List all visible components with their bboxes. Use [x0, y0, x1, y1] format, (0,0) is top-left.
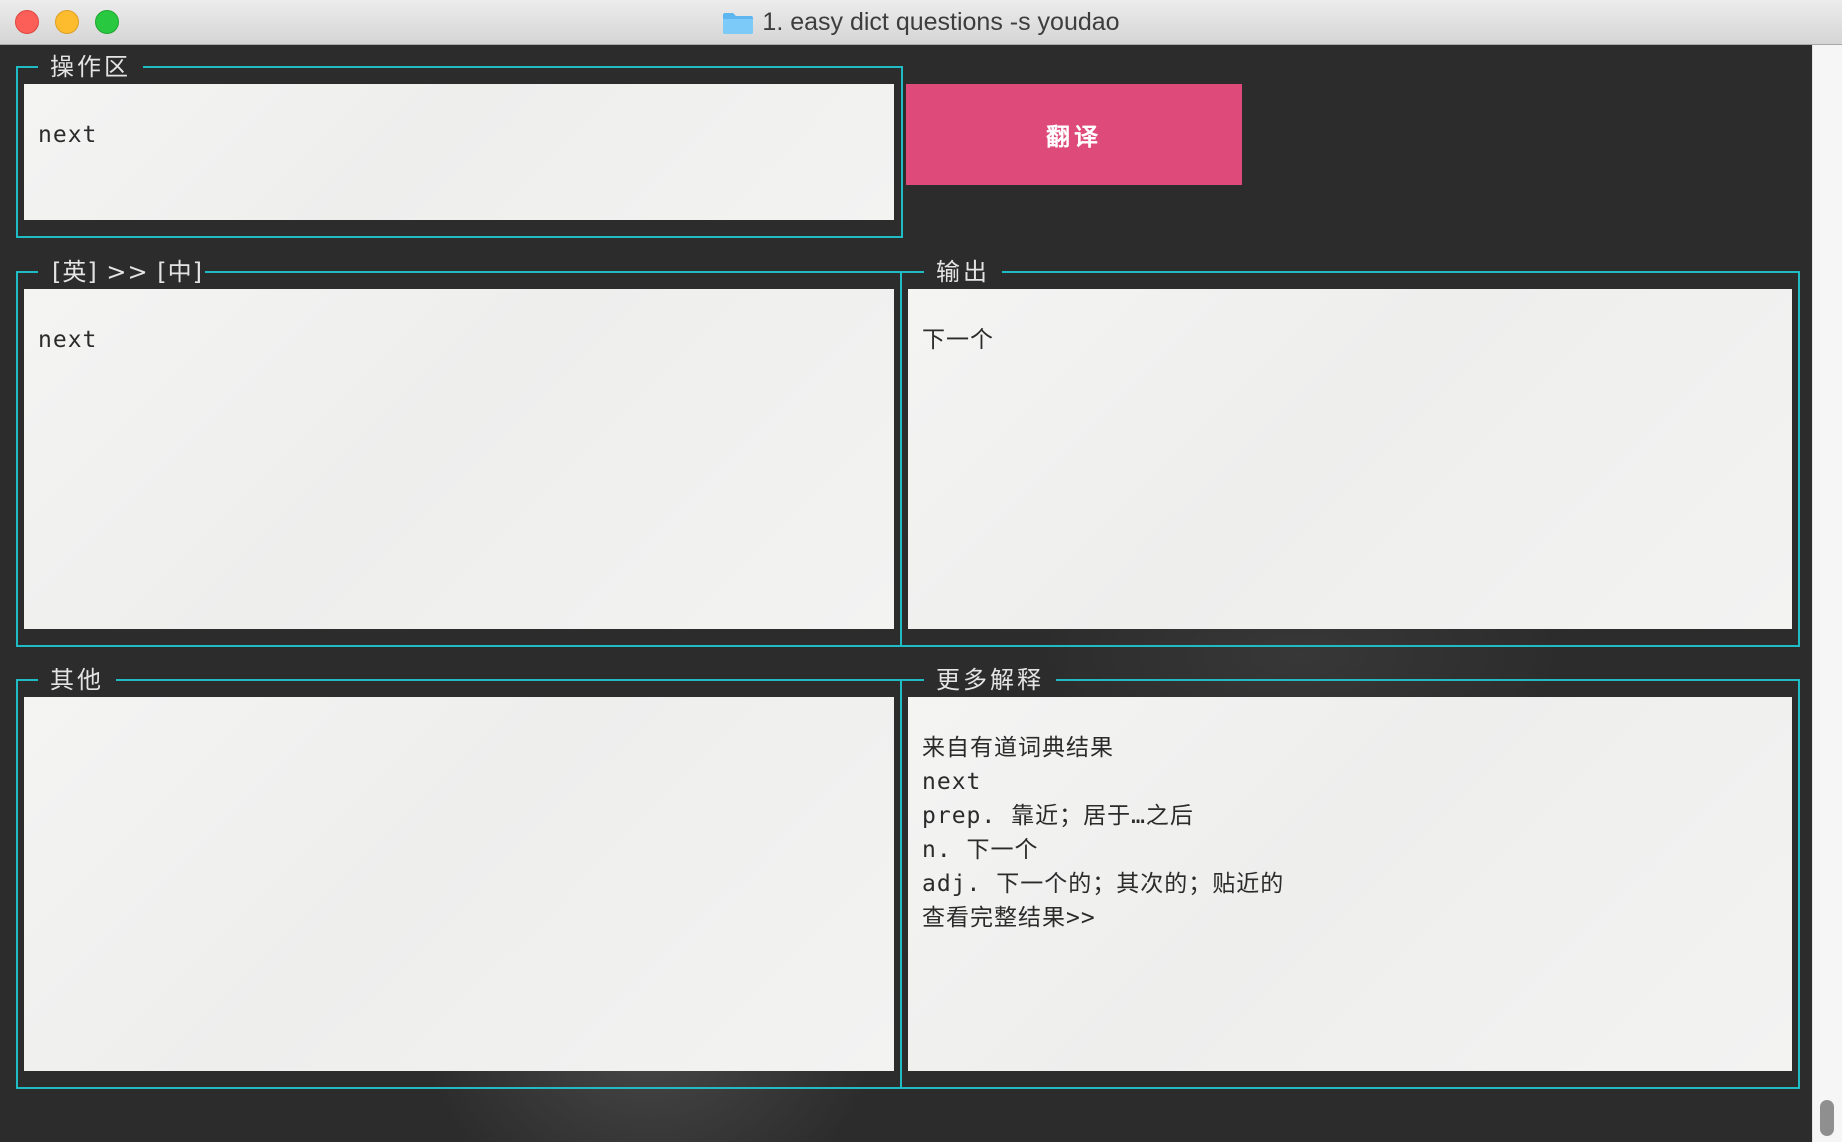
- more-legend: 更多解释: [924, 665, 1056, 695]
- folder-icon: [723, 12, 754, 34]
- source-text-panel: next: [24, 289, 894, 629]
- more-line-adj: adj. 下一个的；其次的；贴近的: [922, 871, 1285, 897]
- title-bar: 1. easy dict questions -s youdao: [0, 0, 1842, 45]
- more-line-noun: n. 下一个: [922, 837, 1039, 863]
- other-text-panel: [24, 697, 894, 1071]
- output-text-panel: 下一个: [908, 289, 1792, 629]
- window-title-group: 1. easy dict questions -s youdao: [0, 0, 1842, 45]
- scrollbar-thumb[interactable]: [1820, 1100, 1834, 1136]
- output-text: 下一个: [922, 327, 994, 353]
- translate-input-value: next: [38, 122, 98, 148]
- translate-input[interactable]: next: [24, 84, 894, 220]
- view-full-result-link[interactable]: 查看完整结果>>: [922, 901, 1778, 935]
- details-divider: [900, 679, 902, 1089]
- window-title: 1. easy dict questions -s youdao: [762, 8, 1120, 36]
- more-line-prep: prep. 靠近；居于…之后: [922, 803, 1194, 829]
- more-line-word: next: [922, 769, 982, 795]
- source-text: next: [38, 327, 98, 353]
- translation-divider: [900, 271, 902, 647]
- output-legend: 输出: [924, 257, 1002, 287]
- more-line-source: 来自有道词典结果: [922, 735, 1114, 761]
- operation-legend: 操作区: [38, 52, 143, 82]
- scrollbar-track[interactable]: [1812, 45, 1842, 1142]
- translate-button[interactable]: 翻译: [906, 84, 1242, 185]
- source-legend: [英] >> [中]: [38, 257, 205, 287]
- more-text-panel: 来自有道词典结果 next prep. 靠近；居于…之后 n. 下一个 adj.…: [908, 697, 1792, 1071]
- other-legend: 其他: [38, 665, 116, 695]
